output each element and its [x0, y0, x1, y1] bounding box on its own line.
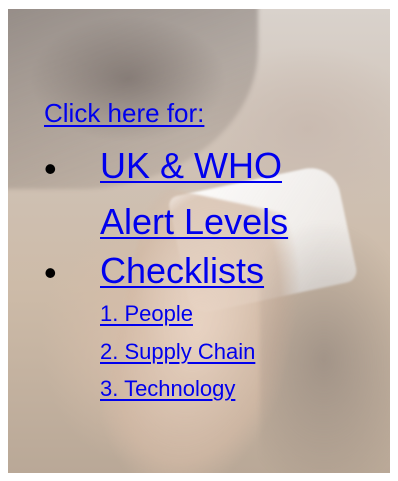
bullet-icon: • — [44, 148, 57, 189]
bullet-icon: • — [44, 252, 57, 293]
checklists-link[interactable]: Checklists — [100, 251, 264, 291]
alert-levels-link-line1[interactable]: UK & WHO — [100, 146, 282, 186]
people-link[interactable]: 1. People — [100, 301, 193, 327]
technology-link[interactable]: 3. Technology — [100, 376, 235, 402]
alert-levels-link-line2[interactable]: Alert Levels — [100, 202, 288, 242]
supply-chain-link[interactable]: 2. Supply Chain — [100, 339, 255, 365]
photo-shadow — [260, 219, 390, 473]
slide-frame: Click here for: • UK & WHO Alert Levels … — [8, 9, 390, 473]
click-here-link[interactable]: Click here for: — [44, 97, 204, 129]
